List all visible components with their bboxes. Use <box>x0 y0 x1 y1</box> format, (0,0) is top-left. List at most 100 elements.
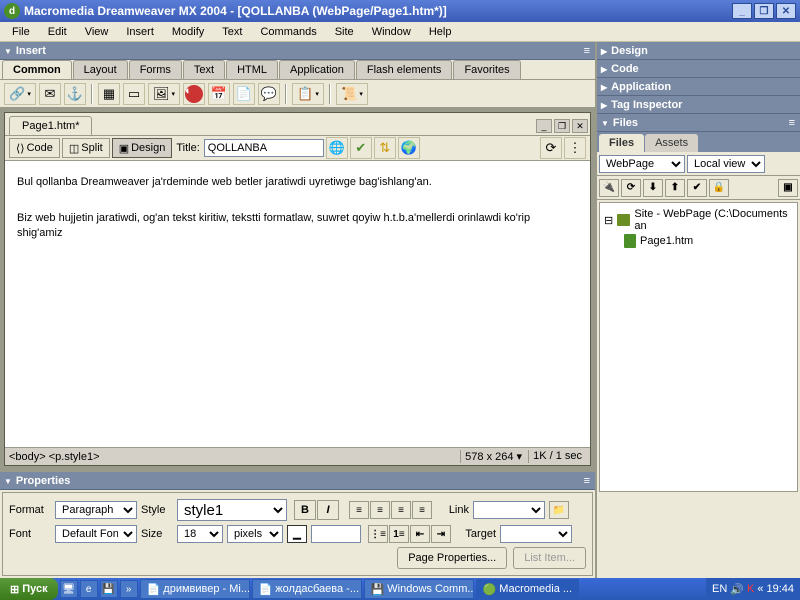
head-button[interactable]: 📋 <box>292 83 324 105</box>
document-design-area[interactable]: Bul qollanba Dreamweaver ja'rdeminde web… <box>5 161 590 447</box>
align-justify-button[interactable]: ≡ <box>412 501 432 519</box>
anchor-button[interactable]: ⚓ <box>64 83 86 105</box>
layer-button[interactable]: ▭ <box>123 83 145 105</box>
design-view-button[interactable]: ▣Design <box>112 138 173 158</box>
quick-launch-save[interactable]: 💾 <box>100 580 118 598</box>
design-panel-header[interactable]: Design <box>597 42 800 60</box>
ordered-list-button[interactable]: 1≡ <box>389 525 409 543</box>
file-management-button[interactable]: ⇅ <box>374 137 396 159</box>
refresh-files-button[interactable]: ⟳ <box>621 179 641 197</box>
doc-minimize-button[interactable]: _ <box>536 119 552 133</box>
tag-selector[interactable]: <body> <p.style1> <box>9 451 100 463</box>
menu-edit[interactable]: Edit <box>40 24 75 40</box>
tab-favorites[interactable]: Favorites <box>453 60 520 79</box>
tab-forms[interactable]: Forms <box>129 60 182 79</box>
view-options-button[interactable]: ⋮ <box>564 137 586 159</box>
clock[interactable]: 19:44 <box>766 583 794 595</box>
color-picker[interactable]: ▁ <box>287 525 307 543</box>
task-commander[interactable]: 💾 Windows Comm... <box>364 579 474 599</box>
menu-insert[interactable]: Insert <box>118 24 162 40</box>
align-center-button[interactable]: ≡ <box>370 501 390 519</box>
window-size[interactable]: 578 x 264 ▾ <box>460 450 526 463</box>
menu-text[interactable]: Text <box>214 24 250 40</box>
date-button[interactable]: 📅 <box>208 83 230 105</box>
target-select[interactable] <box>500 525 572 543</box>
page-properties-button[interactable]: Page Properties... <box>397 547 507 569</box>
format-select[interactable]: Paragraph <box>55 501 137 519</box>
connect-button[interactable]: 🔌 <box>599 179 619 197</box>
tab-layout[interactable]: Layout <box>73 60 128 79</box>
task-dreamweaver[interactable]: 🟢 Macromedia ... <box>476 579 579 599</box>
tray-icon[interactable]: 🔊 <box>730 583 744 596</box>
restore-button[interactable]: ❐ <box>754 3 774 19</box>
table-button[interactable]: ▦ <box>98 83 120 105</box>
script-button[interactable]: 📜 <box>336 83 368 105</box>
tray-expand-icon[interactable]: « <box>757 583 763 595</box>
code-view-button[interactable]: ⟨⟩Code <box>9 138 60 158</box>
properties-panel-header[interactable]: Properties≡ <box>0 472 595 490</box>
checkout-button[interactable]: ✔ <box>687 179 707 197</box>
doc-close-button[interactable]: ✕ <box>572 119 588 133</box>
color-input[interactable] <box>311 525 361 543</box>
unordered-list-button[interactable]: ⋮≡ <box>368 525 388 543</box>
bold-button[interactable]: B <box>294 500 316 520</box>
tab-html[interactable]: HTML <box>226 60 278 79</box>
quick-launch-desktop[interactable]: 🖥 <box>60 580 78 598</box>
list-item-button[interactable]: List Item... <box>513 547 586 569</box>
link-folder-button[interactable]: 📁 <box>549 501 569 519</box>
tree-root[interactable]: ⊟ Site - WebPage (C:\Documents an <box>604 207 793 233</box>
task-word-1[interactable]: 📄 дримвивер - Mi... <box>140 579 250 599</box>
quick-launch-expand[interactable]: » <box>120 580 138 598</box>
put-button[interactable]: ⬆ <box>665 179 685 197</box>
site-select[interactable]: WebPage <box>599 155 685 173</box>
tree-item-page1[interactable]: Page1.htm <box>604 233 793 249</box>
align-right-button[interactable]: ≡ <box>391 501 411 519</box>
tab-common[interactable]: Common <box>2 60 72 79</box>
server-include-button[interactable]: 📄 <box>233 83 255 105</box>
tab-flash[interactable]: Flash elements <box>356 60 453 79</box>
file-tree[interactable]: ⊟ Site - WebPage (C:\Documents an Page1.… <box>599 202 798 492</box>
page-title-input[interactable] <box>204 139 324 157</box>
code-panel-header[interactable]: Code <box>597 60 800 78</box>
no-browser-check-button[interactable]: 🌐 <box>326 137 348 159</box>
menu-view[interactable]: View <box>77 24 117 40</box>
application-panel-header[interactable]: Application <box>597 78 800 96</box>
minimize-button[interactable]: _ <box>732 3 752 19</box>
menu-site[interactable]: Site <box>327 24 362 40</box>
size-select[interactable]: 18 <box>177 525 223 543</box>
system-tray[interactable]: EN 🔊 K « 19:44 <box>706 578 800 600</box>
validate-button[interactable]: ✔ <box>350 137 372 159</box>
files-panel-header[interactable]: Files≡ <box>597 114 800 132</box>
close-button[interactable]: ✕ <box>776 3 796 19</box>
menu-help[interactable]: Help <box>421 24 460 40</box>
tray-icon[interactable]: K <box>747 583 754 595</box>
align-left-button[interactable]: ≡ <box>349 501 369 519</box>
menu-modify[interactable]: Modify <box>164 24 212 40</box>
files-tab[interactable]: Files <box>599 134 644 152</box>
task-word-2[interactable]: 📄 жолдасбаева -... <box>252 579 362 599</box>
email-link-button[interactable]: ✉ <box>39 83 61 105</box>
preview-button[interactable]: 🌍 <box>398 137 420 159</box>
units-select[interactable]: pixels <box>227 525 283 543</box>
start-button[interactable]: ⊞Пуск <box>0 578 58 600</box>
style-select[interactable]: style1 <box>177 499 287 521</box>
menu-file[interactable]: File <box>4 24 38 40</box>
outdent-button[interactable]: ⇤ <box>410 525 430 543</box>
flash-icon[interactable]: ◐ <box>185 85 203 103</box>
tag-inspector-panel-header[interactable]: Tag Inspector <box>597 96 800 114</box>
expand-button[interactable]: ▣ <box>778 179 798 197</box>
menu-window[interactable]: Window <box>364 24 419 40</box>
assets-tab[interactable]: Assets <box>645 134 698 152</box>
get-button[interactable]: ⬇ <box>643 179 663 197</box>
tab-application[interactable]: Application <box>279 60 355 79</box>
menu-commands[interactable]: Commands <box>252 24 324 40</box>
link-select[interactable] <box>473 501 545 519</box>
doc-restore-button[interactable]: ❐ <box>554 119 570 133</box>
image-button[interactable]: 🖼 <box>148 83 180 105</box>
split-view-button[interactable]: ◫Split <box>62 138 110 158</box>
italic-button[interactable]: I <box>317 500 339 520</box>
doc-tab-page1[interactable]: Page1.htm* <box>9 116 92 135</box>
indent-button[interactable]: ⇥ <box>431 525 451 543</box>
language-indicator[interactable]: EN <box>712 583 727 595</box>
tab-text[interactable]: Text <box>183 60 225 79</box>
